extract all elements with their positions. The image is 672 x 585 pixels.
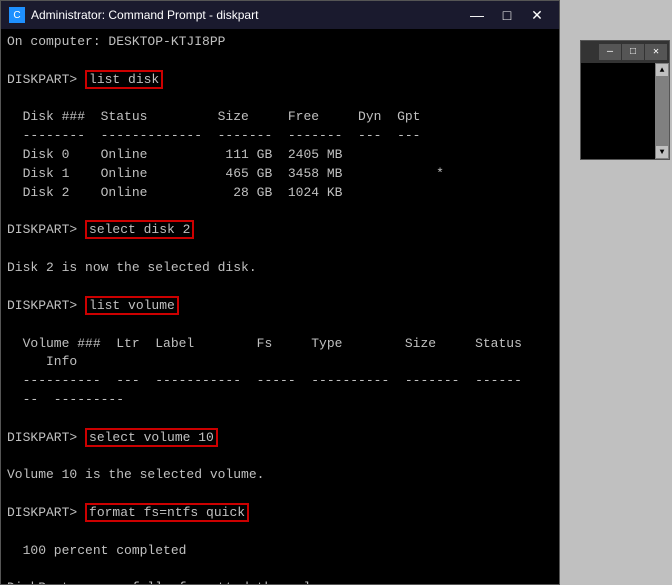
window-title: Administrator: Command Prompt - diskpart [31,8,258,22]
volume-selected-msg: Volume 10 is the selected volume. [7,466,553,485]
blank-line-9 [7,485,553,504]
title-bar-controls: — □ ✕ [463,5,551,25]
vol-table-sep2: -- --------- [7,391,553,410]
disk-selected-msg: Disk 2 is now the selected disk. [7,259,553,278]
main-window: C Administrator: Command Prompt - diskpa… [0,0,560,585]
bg-title-bar: — □ ✕ [581,41,669,63]
disk-table-header: Disk ### Status Size Free Dyn Gpt [7,108,553,127]
format-success-msg: DiskPart successfully formatted the volu… [7,579,553,584]
blank-line-6 [7,316,553,335]
select-disk-prompt: DISKPART> select disk 2 [7,221,553,240]
blank-line-7 [7,410,553,429]
background-window: — □ ✕ ▲ ▼ [580,40,670,160]
vol-table-header2: Info [7,353,553,372]
terminal-body[interactable]: On computer: DESKTOP-KTJI8PP DISKPART> l… [1,29,559,584]
blank-line-10 [7,523,553,542]
disk-row-1: Disk 1 Online 465 GB 3458 MB * [7,165,553,184]
bg-close-button[interactable]: ✕ [645,44,667,60]
vol-table-header1: Volume ### Ltr Label Fs Type Size Status [7,335,553,354]
scroll-up-arrow[interactable]: ▲ [655,63,669,77]
bg-minimize-button[interactable]: — [599,44,621,60]
blank-line-4 [7,240,553,259]
title-bar-left: C Administrator: Command Prompt - diskpa… [9,7,258,23]
close-button[interactable]: ✕ [523,5,551,25]
app-icon: C [9,7,25,23]
select-volume-prompt: DISKPART> select volume 10 [7,429,553,448]
maximize-button[interactable]: □ [493,5,521,25]
blank-line-5 [7,278,553,297]
bg-maximize-button[interactable]: □ [622,44,644,60]
computer-line: On computer: DESKTOP-KTJI8PP [7,33,553,52]
bg-scrollbar[interactable]: ▲ ▼ [655,63,669,159]
blank-line-3 [7,203,553,222]
disk-row-0: Disk 0 Online 111 GB 2405 MB [7,146,553,165]
minimize-button[interactable]: — [463,5,491,25]
vol-table-sep1: ---------- --- ----------- ----- -------… [7,372,553,391]
format-prompt: DISKPART> format fs=ntfs quick [7,504,553,523]
disk-table-sep: -------- ------------- ------- ------- -… [7,127,553,146]
scroll-down-arrow[interactable]: ▼ [655,145,669,159]
scroll-thumb[interactable] [655,77,669,145]
list-volume-prompt: DISKPART> list volume [7,297,553,316]
title-bar: C Administrator: Command Prompt - diskpa… [1,1,559,29]
percent-completed: 100 percent completed [7,542,553,561]
blank-line-1 [7,52,553,71]
blank-line-2 [7,90,553,109]
blank-line-8 [7,448,553,467]
blank-line-11 [7,561,553,580]
list-disk-prompt: DISKPART> list disk [7,71,553,90]
disk-row-2: Disk 2 Online 28 GB 1024 KB [7,184,553,203]
